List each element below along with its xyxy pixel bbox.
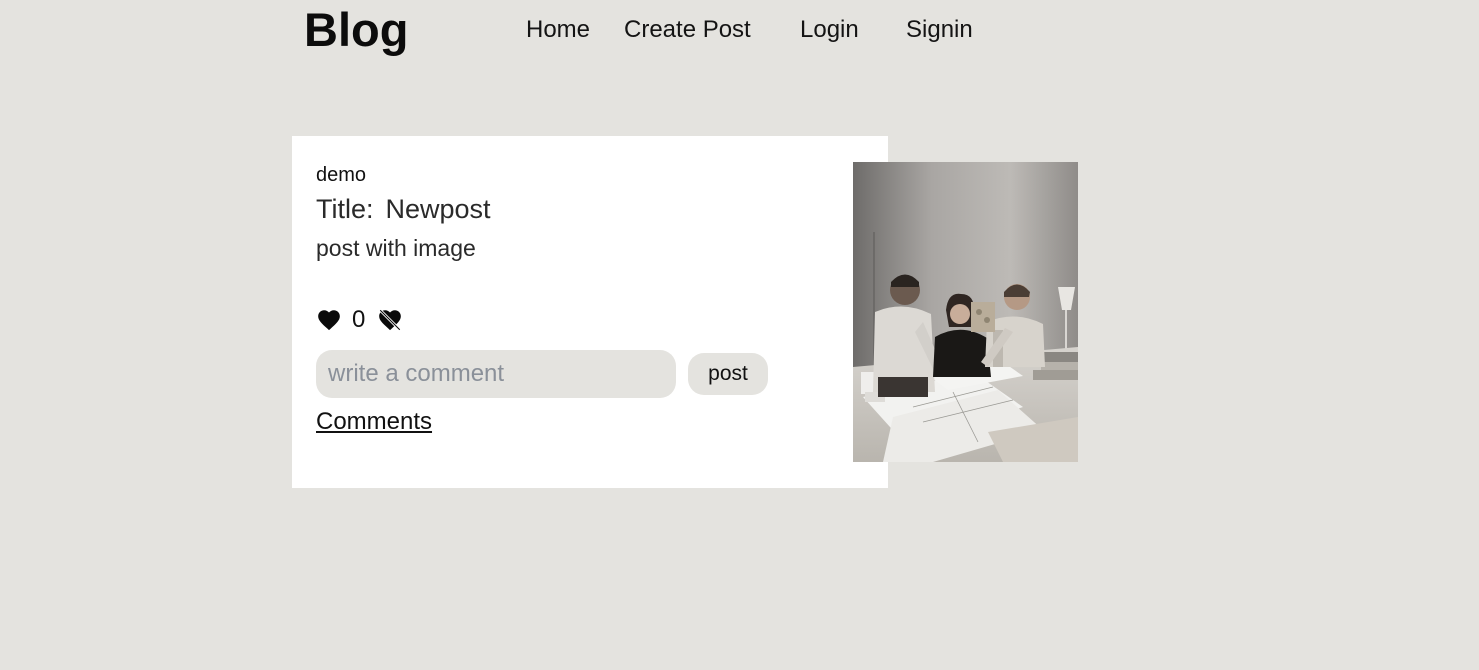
dislike-heart-crack-icon[interactable] <box>377 307 403 333</box>
post-title: Title: Newpost <box>316 192 491 226</box>
nav-home-link[interactable]: Home <box>526 14 590 46</box>
post-reactions: 0 <box>316 306 403 334</box>
comment-input[interactable] <box>316 350 676 398</box>
post-image <box>853 162 1078 462</box>
post-card: demo Title: Newpost post with image 0 pos… <box>292 136 888 488</box>
post-title-label: Title: <box>316 194 374 224</box>
comments-link[interactable]: Comments <box>316 407 432 437</box>
nav-signin-link[interactable]: Signin <box>906 14 973 46</box>
post-title-text: Newpost <box>385 194 491 224</box>
nav-login-link[interactable]: Login <box>800 14 859 46</box>
nav-create-post-link[interactable]: Create Post <box>624 14 751 46</box>
post-author: demo <box>316 164 367 186</box>
post-comment-button[interactable]: post <box>688 353 768 395</box>
like-heart-icon[interactable] <box>316 307 342 333</box>
like-count: 0 <box>352 306 366 333</box>
post-body: post with image <box>316 235 476 261</box>
people-reviewing-blueprints-photo-icon <box>853 162 1078 462</box>
brand-title: Blog <box>304 3 409 56</box>
